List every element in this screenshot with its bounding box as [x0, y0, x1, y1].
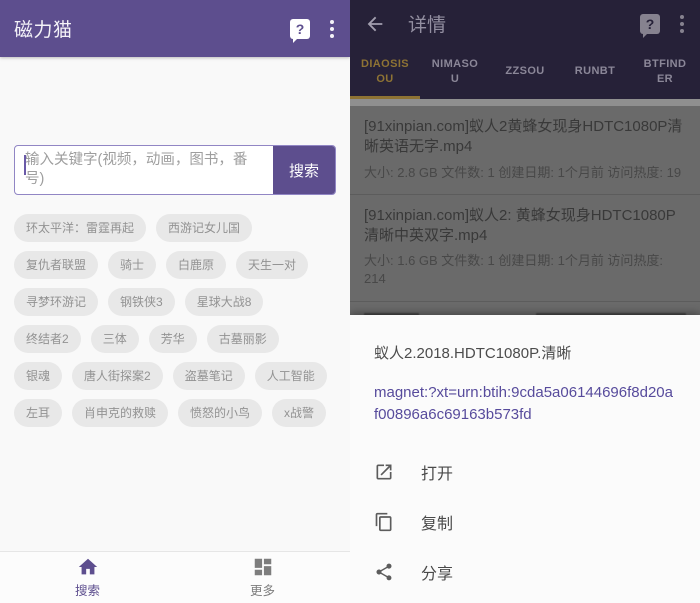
- dashboard-icon: [252, 556, 274, 578]
- screenshot-root: 磁力猫 ? 输入关键字(视频，动画，图书，番号) 搜索 环太平洋：雷霆再起 西游…: [0, 0, 700, 603]
- result-item[interactable]: [91xinpian.com]蚁人2: 黄蜂女现身HDTC1080P清晰中英双字…: [350, 195, 700, 301]
- detail-title: 详情: [408, 10, 640, 37]
- bottom-navigation: 搜索 更多: [0, 551, 350, 603]
- back-arrow-icon[interactable]: [364, 13, 386, 35]
- source-tabs: DIAOSIS OU NIMASO U ZZSOU RUNBT BTFIND E…: [350, 47, 700, 99]
- copy-icon: [374, 512, 394, 532]
- keyword-chip[interactable]: 肖申克的救赎: [72, 399, 168, 427]
- hot-keyword-chips: 环太平洋：雷霆再起 西游记女儿国 复仇者联盟 骑士 白鹿原 天生一对 寻梦环游记…: [14, 214, 336, 427]
- keyword-chip[interactable]: 寻梦环游记: [14, 288, 98, 316]
- nav-tab-more[interactable]: 更多: [175, 552, 350, 603]
- detail-app-bar: 详情 ?: [350, 0, 700, 47]
- keyword-chip[interactable]: 星球大战8: [185, 288, 264, 316]
- nav-tab-search[interactable]: 搜索: [0, 552, 175, 603]
- action-label: 分享: [421, 560, 453, 584]
- nav-label: 更多: [250, 580, 275, 599]
- keyword-chip[interactable]: 环太平洋：雷霆再起: [14, 214, 146, 242]
- result-meta: 大小: 2.8 GB 文件数: 1 创建日期: 1个月前 访问热度: 19: [364, 164, 686, 182]
- tab-nimasou[interactable]: NIMASO U: [420, 47, 490, 99]
- open-action[interactable]: 打开: [374, 447, 676, 497]
- keyword-chip[interactable]: 银魂: [14, 362, 62, 390]
- keyword-chip[interactable]: 钢铁侠3: [108, 288, 175, 316]
- copy-action[interactable]: 复制: [374, 497, 676, 547]
- tab-zzsou[interactable]: ZZSOU: [490, 47, 560, 99]
- share-action[interactable]: 分享: [374, 547, 676, 597]
- keyword-chip[interactable]: 复仇者联盟: [14, 251, 98, 279]
- result-title: [91xinpian.com]蚁人2黄蜂女现身HDTC1080P清晰英语无字.m…: [364, 117, 686, 158]
- text-cursor: [24, 155, 26, 175]
- progress-strip: [350, 99, 700, 106]
- search-placeholder: 输入关键字(视频，动画，图书，番号): [25, 151, 265, 189]
- search-button[interactable]: 搜索: [273, 146, 335, 194]
- keyword-chip[interactable]: 盗墓笔记: [173, 362, 245, 390]
- result-list: [91xinpian.com]蚁人2黄蜂女现身HDTC1080P清晰英语无字.m…: [350, 106, 700, 321]
- magnet-bottom-sheet: 蚁人2.2018.HDTC1080P.清晰 magnet:?xt=urn:bti…: [350, 315, 700, 603]
- tab-runbt[interactable]: RUNBT: [560, 47, 630, 99]
- search-input[interactable]: 输入关键字(视频，动画，图书，番号): [15, 146, 273, 194]
- help-icon[interactable]: ?: [640, 14, 660, 34]
- nav-label: 搜索: [75, 580, 100, 599]
- keyword-chip[interactable]: 古墓丽影: [207, 325, 279, 353]
- keyword-chip[interactable]: 唐人街探案2: [72, 362, 163, 390]
- keyword-chip[interactable]: 三体: [91, 325, 139, 353]
- detail-screen-dimmed: 详情 ? DIAOSIS OU NIMASO U ZZSOU RUNBT BTF…: [350, 0, 700, 603]
- sheet-title: 蚁人2.2018.HDTC1080P.清晰: [374, 342, 676, 363]
- keyword-chip[interactable]: 愤怒的小鸟: [178, 399, 262, 427]
- left-app-bar: 磁力猫 ?: [0, 0, 350, 57]
- keyword-chip[interactable]: 左耳: [14, 399, 62, 427]
- keyword-chip[interactable]: 白鹿原: [166, 251, 226, 279]
- overflow-menu-icon[interactable]: [328, 18, 336, 40]
- keyword-chip[interactable]: 终结者2: [14, 325, 81, 353]
- search-screen: 磁力猫 ? 输入关键字(视频，动画，图书，番号) 搜索 环太平洋：雷霆再起 西游…: [0, 0, 350, 603]
- share-icon: [374, 562, 394, 582]
- help-icon[interactable]: ?: [290, 19, 310, 39]
- keyword-chip[interactable]: 骑士: [108, 251, 156, 279]
- tab-btfinder[interactable]: BTFIND ER: [630, 47, 700, 99]
- action-label: 复制: [421, 510, 453, 534]
- search-bar: 输入关键字(视频，动画，图书，番号) 搜索: [14, 145, 336, 195]
- app-title: 磁力猫: [14, 15, 290, 42]
- overflow-menu-icon[interactable]: [678, 13, 686, 35]
- keyword-chip[interactable]: 人工智能: [255, 362, 327, 390]
- result-meta: 大小: 1.6 GB 文件数: 1 创建日期: 1个月前 访问热度: 214: [364, 252, 686, 288]
- tab-diaosisou[interactable]: DIAOSIS OU: [350, 47, 420, 99]
- keyword-chip[interactable]: 西游记女儿国: [156, 214, 252, 242]
- keyword-chip[interactable]: 天生一对: [236, 251, 308, 279]
- result-title: [91xinpian.com]蚁人2: 黄蜂女现身HDTC1080P清晰中英双字…: [364, 206, 686, 247]
- result-item[interactable]: [91xinpian.com]蚁人2黄蜂女现身HDTC1080P清晰英语无字.m…: [350, 106, 700, 194]
- open-in-new-icon: [374, 462, 394, 482]
- keyword-chip[interactable]: x战警: [272, 399, 326, 427]
- keyword-chip[interactable]: 芳华: [149, 325, 197, 353]
- action-label: 打开: [421, 460, 453, 484]
- sheet-actions: 打开 复制 分享: [374, 447, 676, 597]
- magnet-link[interactable]: magnet:?xt=urn:btih:9cda5a06144696f8d20a…: [374, 382, 676, 426]
- home-icon: [77, 556, 99, 578]
